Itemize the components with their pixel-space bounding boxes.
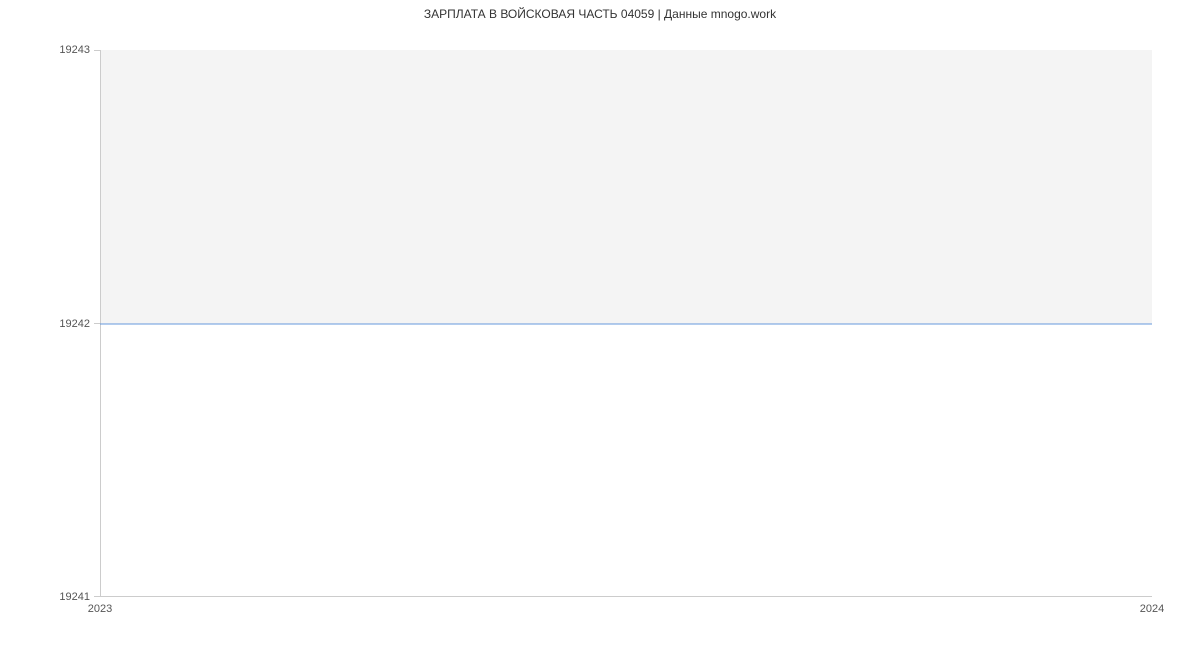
data-line <box>100 323 1152 324</box>
y-tick-label: 19243 <box>59 44 90 56</box>
plot-area: 19241 19242 19243 2023 2024 <box>100 50 1152 597</box>
y-tick <box>94 596 100 597</box>
x-tick-label: 2024 <box>1140 603 1164 615</box>
x-tick-label: 2023 <box>88 603 112 615</box>
x-axis-line <box>100 596 1152 597</box>
chart-title: ЗАРПЛАТА В ВОЙСКОВАЯ ЧАСТЬ 04059 | Данны… <box>0 7 1200 21</box>
chart-container: ЗАРПЛАТА В ВОЙСКОВАЯ ЧАСТЬ 04059 | Данны… <box>0 0 1200 650</box>
y-tick-label: 19242 <box>59 318 90 330</box>
y-tick-label: 19241 <box>59 591 90 603</box>
plot-shaded-band <box>100 50 1152 324</box>
y-tick <box>94 50 100 51</box>
